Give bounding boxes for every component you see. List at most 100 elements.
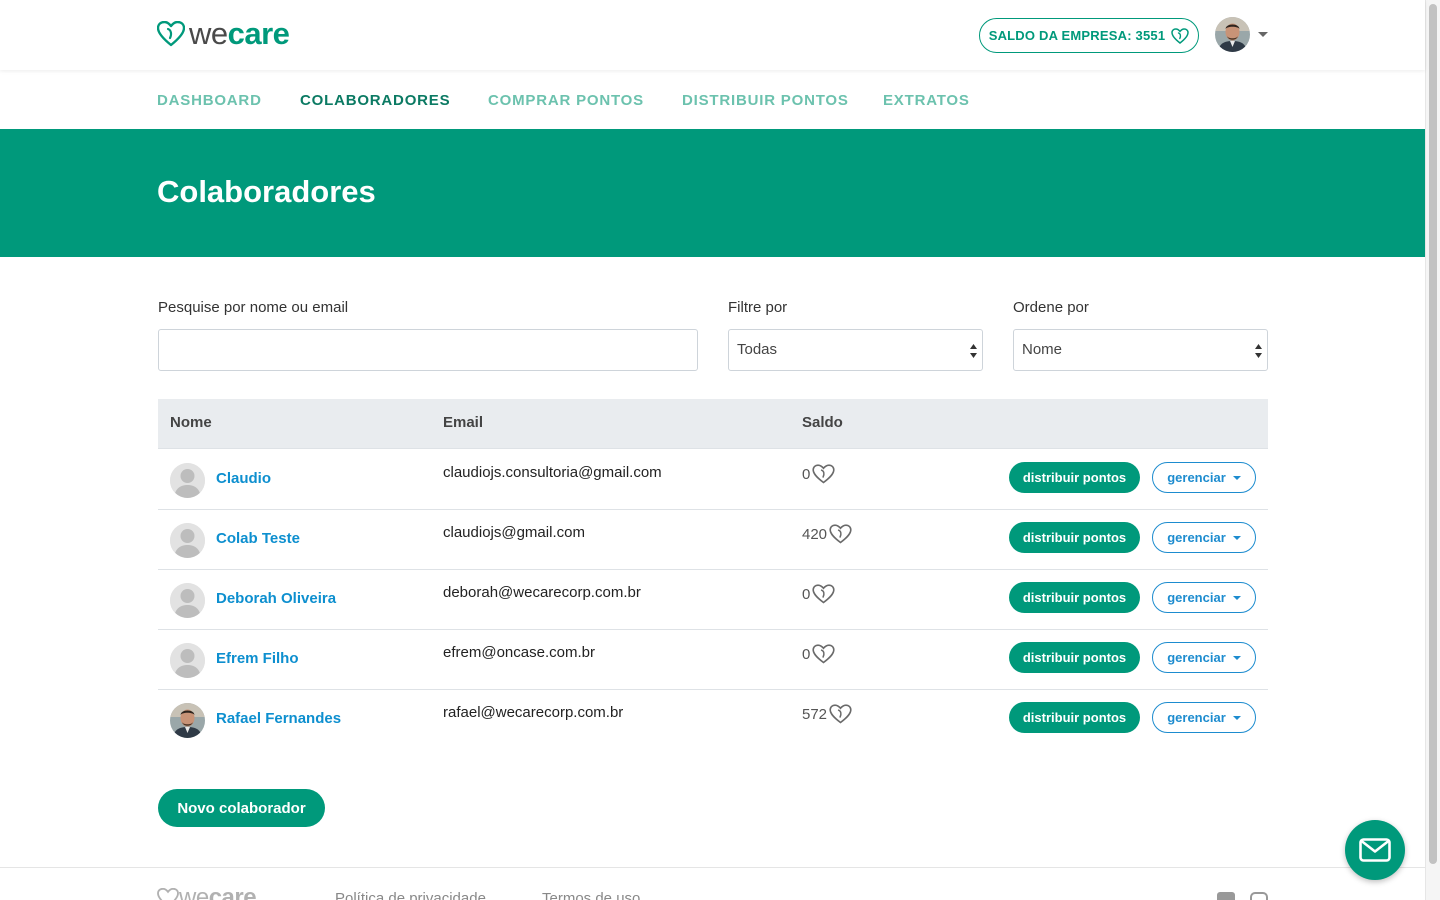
collaborator-name-link[interactable]: Deborah Oliveira — [216, 590, 336, 607]
top-header: wecare SALDO DA EMPRESA: 3551 — [0, 0, 1425, 70]
heart-coin-icon — [812, 464, 835, 484]
facebook-icon[interactable] — [1217, 892, 1235, 900]
table-row: Efrem Filho efrem@oncase.com.br 0 distribui… — [158, 630, 1268, 690]
select-arrows-icon — [970, 344, 977, 358]
avatar — [170, 583, 205, 618]
chevron-down-icon — [1232, 595, 1241, 600]
manage-label: gerenciar — [1167, 650, 1226, 665]
avatar — [170, 523, 205, 558]
distribute-points-button[interactable]: distribuir pontos — [1009, 462, 1140, 493]
heart-coin-icon — [829, 704, 852, 724]
column-header-nome[interactable]: Nome — [170, 414, 212, 431]
avatar — [170, 643, 205, 678]
chevron-down-icon — [1232, 655, 1241, 660]
collaborator-email: claudiojs.consultoria@gmail.com — [443, 464, 662, 481]
chevron-down-icon — [1232, 535, 1241, 540]
balance-value: 420 — [802, 525, 828, 543]
distribute-points-button[interactable]: distribuir pontos — [1009, 642, 1140, 673]
collaborator-balance: 0 — [802, 644, 835, 664]
table-row: Colab Teste claudiojs@gmail.com 420 distrib… — [158, 510, 1268, 570]
manage-label: gerenciar — [1167, 710, 1226, 725]
main-nav: DASHBOARD COLABORADORES COMPRAR PONTOS D… — [0, 70, 1425, 129]
company-balance-label: SALDO DA EMPRESA: 3551 — [988, 28, 1166, 43]
manage-dropdown-button[interactable]: gerenciar — [1152, 522, 1256, 553]
collaborator-name-link[interactable]: Rafael Fernandes — [216, 710, 341, 727]
footer: wecare Política de privacidade Termos de… — [0, 867, 1425, 900]
manage-label: gerenciar — [1167, 530, 1226, 545]
collaborator-balance: 420 — [802, 524, 852, 544]
filter-select[interactable]: Todas — [728, 329, 983, 371]
page-banner: Colaboradores — [0, 129, 1425, 257]
logo-text-care: care — [227, 16, 290, 51]
collaborator-balance: 572 — [802, 704, 852, 724]
collaborator-name-link[interactable]: Efrem Filho — [216, 650, 299, 667]
balance-value: 0 — [802, 465, 811, 483]
wecare-logo[interactable]: wecare — [157, 16, 290, 51]
heart-coin-icon — [1171, 27, 1190, 44]
column-header-email[interactable]: Email — [443, 414, 483, 431]
footer-link-privacy[interactable]: Política de privacidade — [335, 890, 486, 900]
filter-label: Filtre por — [728, 299, 788, 316]
collaborator-balance: 0 — [802, 464, 835, 484]
filter-select-value: Todas — [737, 341, 778, 358]
order-select-value: Nome — [1022, 341, 1063, 358]
footer-logo-we: we — [179, 884, 209, 900]
nav-item-comprar-pontos[interactable]: COMPRAR PONTOS — [488, 92, 644, 109]
table-row: Deborah Oliveira deborah@wecarecorp.com.b… — [158, 570, 1268, 630]
logo-heart-icon — [157, 21, 185, 47]
collaborator-email: claudiojs@gmail.com — [443, 524, 585, 541]
manage-label: gerenciar — [1167, 590, 1226, 605]
manage-label: gerenciar — [1167, 470, 1226, 485]
balance-value: 572 — [802, 705, 828, 723]
heart-coin-icon — [812, 644, 835, 664]
table-row: Claudio claudiojs.consultoria@gmail.com 0 d… — [158, 450, 1268, 510]
avatar — [170, 703, 205, 738]
collaborator-name-link[interactable]: Colab Teste — [216, 530, 300, 547]
collaborator-name-link[interactable]: Claudio — [216, 470, 271, 487]
balance-value: 0 — [802, 585, 811, 603]
logo-text-we: we — [189, 16, 228, 51]
nav-item-dashboard[interactable]: DASHBOARD — [157, 92, 262, 109]
collaborator-email: deborah@wecarecorp.com.br — [443, 584, 641, 601]
table-row: Rafael Fernandes rafael@wecarecorp.com.br… — [158, 690, 1268, 750]
user-menu-caret-icon[interactable] — [1258, 32, 1268, 37]
manage-dropdown-button[interactable]: gerenciar — [1152, 582, 1256, 613]
search-input[interactable] — [158, 329, 698, 371]
manage-dropdown-button[interactable]: gerenciar — [1152, 462, 1256, 493]
column-header-saldo[interactable]: Saldo — [802, 414, 843, 431]
footer-logo[interactable]: wecare — [157, 884, 257, 900]
footer-link-terms[interactable]: Termos de uso — [542, 890, 640, 900]
order-select[interactable]: Nome — [1013, 329, 1268, 371]
scrollbar-thumb[interactable] — [1429, 4, 1437, 864]
balance-value: 0 — [802, 645, 811, 663]
order-label: Ordene por — [1013, 299, 1089, 316]
collaborator-email: efrem@oncase.com.br — [443, 644, 595, 661]
nav-item-extratos[interactable]: EXTRATOS — [883, 92, 970, 109]
distribute-points-button[interactable]: distribuir pontos — [1009, 702, 1140, 733]
manage-dropdown-button[interactable]: gerenciar — [1152, 702, 1256, 733]
contact-button[interactable] — [1345, 820, 1405, 880]
heart-coin-icon — [812, 584, 835, 604]
chevron-down-icon — [1232, 715, 1241, 720]
nav-item-colaboradores[interactable]: COLABORADORES — [300, 92, 450, 109]
collaborator-email: rafael@wecarecorp.com.br — [443, 704, 624, 721]
distribute-points-button[interactable]: distribuir pontos — [1009, 522, 1140, 553]
footer-logo-care: care — [208, 884, 257, 900]
search-label: Pesquise por nome ou email — [158, 299, 349, 316]
select-arrows-icon — [1255, 344, 1262, 358]
chevron-down-icon — [1232, 475, 1241, 480]
manage-dropdown-button[interactable]: gerenciar — [1152, 642, 1256, 673]
mail-icon — [1359, 838, 1391, 862]
page-title: Colaboradores — [157, 174, 376, 209]
heart-coin-icon — [829, 524, 852, 544]
footer-logo-heart-icon — [157, 888, 179, 900]
page-scrollbar[interactable] — [1425, 0, 1440, 900]
distribute-points-button[interactable]: distribuir pontos — [1009, 582, 1140, 613]
user-avatar[interactable] — [1215, 17, 1250, 52]
table-header: Nome Email Saldo — [158, 399, 1268, 449]
company-balance-badge[interactable]: SALDO DA EMPRESA: 3551 — [979, 18, 1199, 53]
instagram-icon[interactable] — [1250, 892, 1268, 900]
avatar — [170, 463, 205, 498]
nav-item-distribuir-pontos[interactable]: DISTRIBUIR PONTOS — [682, 92, 849, 109]
new-collaborator-button[interactable]: Novo colaborador — [158, 789, 325, 827]
